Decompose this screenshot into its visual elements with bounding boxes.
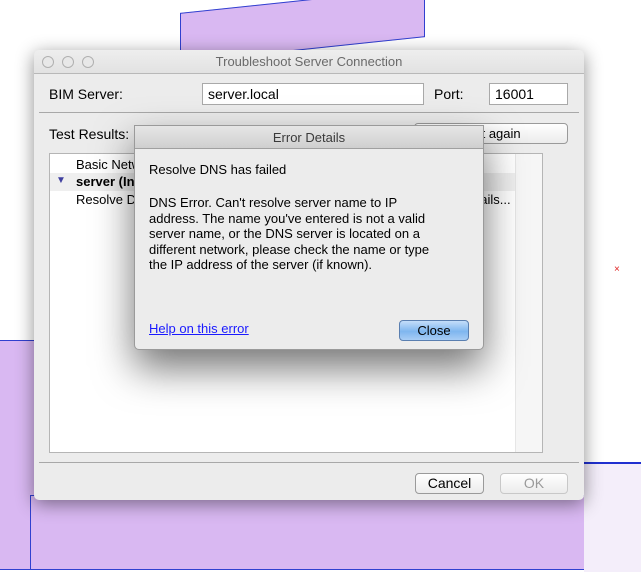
help-link[interactable]: Help on this error [149,321,249,336]
disclosure-triangle-icon[interactable]: ▼ [56,175,66,186]
divider [39,112,579,113]
error-details-dialog: Error Details Resolve DNS has failed DNS… [134,125,484,350]
close-window-button[interactable] [42,56,54,68]
zoom-window-button[interactable] [82,56,94,68]
scrollbar[interactable] [515,154,542,452]
ok-button[interactable]: OK [500,473,568,494]
error-message: DNS Error. Can't resolve server name to … [149,195,430,272]
cad-marker: × [614,264,620,275]
minimize-window-button[interactable] [62,56,74,68]
window-title: Troubleshoot Server Connection [34,50,584,74]
port-label: Port: [434,86,464,102]
server-input[interactable]: server.local [202,83,424,105]
port-input[interactable]: 16001 [489,83,568,105]
cad-drawing-bottom [30,495,590,570]
divider [39,462,579,463]
test-results-label: Test Results: [49,126,130,142]
cancel-button[interactable]: Cancel [415,473,484,494]
close-button[interactable]: Close [399,320,469,341]
server-label: BIM Server: [49,86,123,102]
dialog-title: Error Details [135,126,483,149]
cad-drawing-right [584,462,641,572]
error-heading: Resolve DNS has failed [149,162,287,177]
